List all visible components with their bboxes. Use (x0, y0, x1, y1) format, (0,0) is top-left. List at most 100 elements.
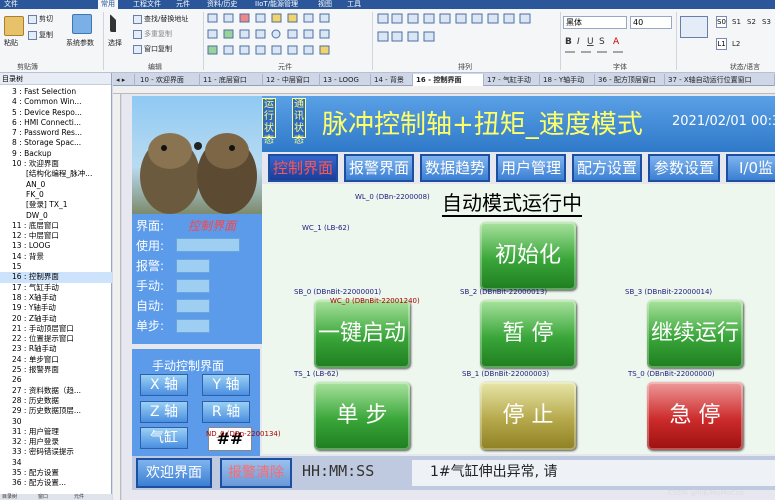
tree-item[interactable]: 4 : Common Win... (0, 97, 112, 107)
state-preview-icon[interactable] (680, 16, 708, 38)
init-button[interactable]: 初始化 (480, 222, 576, 290)
tree-item[interactable]: 6 : HMI Connecti... (0, 118, 112, 128)
tree-item[interactable]: 22 : 位置提示窗口 (0, 334, 112, 344)
tab-scroll-left[interactable]: ◂ ▸ (113, 74, 135, 86)
r-axis-button[interactable]: R 轴 (202, 401, 250, 423)
tree-item[interactable]: [结构化编程_脉冲... (0, 169, 112, 179)
window-tab[interactable]: 12 - 中层窗口 (263, 74, 320, 86)
nav-recipe[interactable]: 配方设置 (572, 154, 642, 182)
tree-item[interactable]: 8 : Storage Spac... (0, 138, 112, 148)
window-tab[interactable]: 13 - LOOG (320, 74, 371, 86)
window-copy-button[interactable]: 窗口复制 (133, 44, 172, 54)
window-tab[interactable]: 10 - 欢迎界面 (137, 74, 200, 86)
tree-item[interactable]: 3 : Fast Selection (0, 87, 112, 97)
tree-item[interactable]: 28 : 历史数据 (0, 396, 112, 406)
nav-io[interactable]: I/0监 (726, 154, 775, 182)
window-tab[interactable]: 14 - 背景 (371, 74, 413, 86)
tree-item[interactable]: 15 (0, 262, 112, 272)
menu-view[interactable]: 视图 (318, 0, 332, 9)
start-button[interactable]: 一键启动 (314, 300, 410, 368)
welcome-screen-button[interactable]: 欢迎界面 (136, 458, 212, 488)
continue-button[interactable]: 继续运行 (647, 300, 743, 368)
menu-iiot[interactable]: IIoT/能源管理 (255, 0, 298, 9)
menu-tools[interactable]: 工具 (347, 0, 361, 9)
window-tab[interactable]: 37 - X轴自动运行位置窗口 (665, 74, 775, 86)
tree-item[interactable]: 9 : Backup (0, 149, 112, 159)
language-l2[interactable]: L2 (732, 40, 740, 48)
tree-item[interactable]: 10 : 欢迎界面 (0, 159, 112, 169)
y-axis-button[interactable]: Y 轴 (202, 374, 250, 396)
tree-item[interactable]: 12 : 中层窗口 (0, 231, 112, 241)
step-button[interactable]: 单 步 (314, 382, 410, 450)
tree-item[interactable]: 19 : Y轴手动 (0, 303, 112, 313)
tree-item[interactable]: 25 : 报警界面 (0, 365, 112, 375)
window-tab[interactable]: 17 - 气缸手动 (484, 74, 540, 86)
pause-button[interactable]: 暂 停 (480, 300, 576, 368)
menu-file[interactable]: 文件 (4, 0, 18, 9)
tree-item[interactable]: 26 (0, 375, 112, 385)
state-s0[interactable]: S0 (716, 16, 727, 28)
stop-button[interactable]: 停 止 (480, 382, 576, 450)
tree-item[interactable]: DW_0 (0, 211, 112, 221)
menu-elements[interactable]: 元件 (176, 0, 190, 9)
paste-button[interactable]: 粘贴 (4, 38, 18, 48)
tree-item[interactable]: FK_0 (0, 190, 112, 200)
cylinder-button[interactable]: 气缸 (140, 427, 188, 449)
cursor-icon[interactable] (110, 14, 122, 32)
menu-project[interactable]: 工程文件 (133, 0, 161, 9)
nav-trend[interactable]: 数据趋势 (420, 154, 490, 182)
tree-item[interactable]: 35 : 配方设置 (0, 468, 112, 478)
tree-bottom-tab[interactable]: 窗口 (38, 494, 48, 500)
tree-item[interactable]: 34 (0, 458, 112, 468)
paste-icon[interactable] (4, 16, 24, 36)
select-button[interactable]: 选择 (108, 38, 122, 48)
tree-item[interactable]: 20 : Z轴手动 (0, 314, 112, 324)
window-tab[interactable]: 36 - 配方顶层窗口 (595, 74, 665, 86)
state-s2[interactable]: S2 (747, 18, 756, 26)
tree-item[interactable]: 11 : 底层窗口 (0, 221, 112, 231)
menu-home[interactable]: 常用 (98, 0, 118, 9)
language-l1[interactable]: L1 (716, 38, 727, 50)
tree-item[interactable]: 36 : 配方设置... (0, 478, 112, 488)
system-params-icon[interactable] (72, 14, 92, 34)
arrange-icons[interactable] (376, 10, 556, 62)
find-replace-button[interactable]: 查找/替换地址 (133, 14, 188, 24)
font-name-select[interactable]: 黑体 (563, 16, 627, 29)
window-tab[interactable]: 18 - Y轴手动 (540, 74, 595, 86)
menu-data-history[interactable]: 资料/历史 (207, 0, 237, 9)
tree-item[interactable]: 16 : 控制界面 (0, 272, 112, 283)
tree-item[interactable]: 17 : 气缸手动 (0, 283, 112, 293)
tree-item[interactable]: AN_0 (0, 180, 112, 190)
tree-item[interactable]: 23 : R轴手动 (0, 344, 112, 354)
font-size-select[interactable]: 40 (630, 16, 672, 29)
multi-copy-button[interactable]: 多重复制 (133, 29, 172, 39)
copy-button[interactable]: 复制 (28, 30, 53, 40)
nav-user[interactable]: 用户管理 (496, 154, 566, 182)
cut-button[interactable]: 剪切 (28, 14, 53, 24)
tree-item[interactable]: 29 : 历史数据顶层... (0, 406, 112, 416)
z-axis-button[interactable]: Z 轴 (140, 401, 188, 423)
tree-item[interactable]: [登录] TX_1 (0, 200, 112, 210)
tree-item[interactable]: 27 : 资料数据（趋... (0, 386, 112, 396)
tree-item[interactable]: 7 : Password Res... (0, 128, 112, 138)
tree-item[interactable]: 14 : 背景 (0, 252, 112, 262)
state-s1[interactable]: S1 (732, 18, 741, 26)
tree-item[interactable]: 5 : Device Respo... (0, 108, 112, 118)
alarm-clear-button[interactable]: 报警清除 (220, 458, 292, 488)
element-icons[interactable] (206, 10, 366, 62)
emergency-stop-button[interactable]: 急 停 (647, 382, 743, 450)
nav-control[interactable]: 控制界面 (268, 154, 338, 182)
tree-item[interactable]: 13 : LOOG (0, 241, 112, 251)
font-format-icons[interactable]: BIUSA (563, 34, 673, 58)
x-axis-button[interactable]: X 轴 (140, 374, 188, 396)
tree-item[interactable]: 32 : 用户登录 (0, 437, 112, 447)
tree-bottom-tab[interactable]: 元件 (74, 494, 84, 500)
system-params-button[interactable]: 系统参数 (66, 38, 94, 48)
tree-item[interactable]: 31 : 用户管理 (0, 427, 112, 437)
tree-item[interactable]: 33 : 密码错误提示 (0, 447, 112, 457)
tree-item[interactable]: 21 : 手动顶层窗口 (0, 324, 112, 334)
tree-item[interactable]: 30 (0, 417, 112, 427)
state-s3[interactable]: S3 (762, 18, 771, 26)
tree-item[interactable]: 24 : 单步窗口 (0, 355, 112, 365)
window-tab[interactable]: 11 - 底层窗口 (200, 74, 263, 86)
